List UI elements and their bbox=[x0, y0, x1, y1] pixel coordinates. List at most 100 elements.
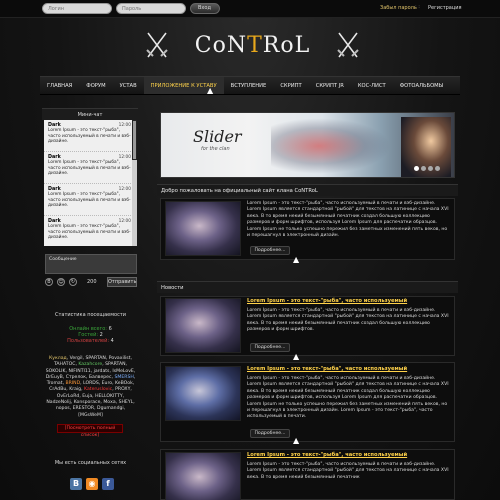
logo-text-part2: RoL bbox=[262, 33, 311, 58]
chat-time: 12:00 bbox=[118, 219, 131, 224]
online-user-link[interactable]: Dgumandgi bbox=[97, 406, 124, 411]
chat-time: 12:00 bbox=[118, 123, 131, 128]
login-button[interactable]: Вход bbox=[190, 3, 220, 14]
online-user-link[interactable]: Kazahcore bbox=[78, 362, 102, 367]
news-title-link[interactable]: Lorem Ipsum - это текст-"рыба", часто ис… bbox=[247, 452, 407, 458]
online-user-link[interactable]: NIFINTI11 bbox=[68, 369, 90, 374]
online-user-link[interactable]: Балверес bbox=[89, 375, 112, 380]
news-title-link[interactable]: Lorem Ipsum - это текст-"рыба", часто ис… bbox=[247, 298, 407, 304]
send-button[interactable]: Отправить bbox=[107, 277, 137, 287]
slider-dot[interactable] bbox=[421, 166, 426, 171]
online-user-link[interactable]: KeBOok bbox=[115, 381, 133, 386]
slider-dot[interactable] bbox=[428, 166, 433, 171]
online-user-link[interactable]: SOKOLIK bbox=[46, 369, 66, 374]
news-more-button[interactable]: Подробнее... bbox=[250, 343, 290, 352]
chat-message: Dark 12:00 Lorem Ipsum - это текст-"рыба… bbox=[44, 152, 137, 184]
stats-online-value: 6 bbox=[108, 326, 112, 332]
refresh-icon[interactable]: ↻ bbox=[69, 278, 77, 286]
online-user-link[interactable]: TAHATOC bbox=[54, 362, 75, 367]
nav-item-script[interactable]: СКРИПТ bbox=[273, 77, 308, 94]
welcome-more-button[interactable]: Подробнее... bbox=[250, 246, 290, 255]
online-user-link[interactable]: Kateruslovic bbox=[84, 387, 112, 392]
online-user-link[interactable]: Euro bbox=[102, 381, 112, 386]
chat-message: Dark 12:00 Lorem Ipsum - это текст-"рыба… bbox=[44, 120, 137, 152]
chat-scrollbar-thumb[interactable] bbox=[132, 120, 137, 160]
online-user-link[interactable]: Kraig bbox=[69, 387, 81, 392]
online-user-link[interactable]: ERESTOR bbox=[73, 406, 95, 411]
logo-text-t: T bbox=[247, 33, 263, 58]
online-user-link[interactable]: Куклад bbox=[49, 356, 67, 361]
news-text: Lorem Ipsum - это текст-"рыба", часто ис… bbox=[247, 308, 449, 333]
online-user-link[interactable]: SHEYL bbox=[119, 400, 134, 405]
top-bar: Вход Забыл пароль : : Регистрация bbox=[0, 0, 500, 18]
online-user-link[interactable]: [MGsWeM] bbox=[78, 413, 103, 418]
chat-time: 12:00 bbox=[118, 155, 131, 160]
online-user-link[interactable]: jardats bbox=[94, 369, 110, 374]
chat-scrollbar[interactable] bbox=[132, 120, 137, 246]
news-thumbnail[interactable] bbox=[165, 452, 241, 500]
online-user-link[interactable]: LORDS bbox=[83, 381, 99, 386]
nav-item-forum[interactable]: ФОРУМ bbox=[79, 77, 112, 94]
online-user-link[interactable]: Konsporace bbox=[74, 400, 101, 405]
online-user-link[interactable]: SMERSH bbox=[114, 375, 133, 380]
news-heading: Новости bbox=[157, 281, 458, 293]
online-user-link[interactable]: SPARTAN bbox=[105, 362, 125, 367]
nav-item-charter[interactable]: УСТАВ bbox=[113, 77, 144, 94]
online-user-link[interactable]: Povaxilist bbox=[109, 356, 131, 361]
nav-item-script-jr[interactable]: СКРИПТ JR bbox=[309, 77, 351, 94]
online-user-link[interactable]: Vergil bbox=[70, 356, 83, 361]
nav-item-join[interactable]: ВСТУПЛЕНИЕ bbox=[224, 77, 274, 94]
online-user-link[interactable]: HELLOKITTY bbox=[95, 394, 123, 399]
online-user-link[interactable]: Tromat bbox=[47, 381, 63, 386]
slider-subtitle: for the clan bbox=[201, 146, 230, 152]
main-nav: ГЛАВНАЯ ФОРУМ УСТАВ ПРИЛОЖЕНИЕ К УСТАВУ … bbox=[40, 76, 460, 95]
online-user-link[interactable]: IsMeLovE bbox=[112, 369, 133, 374]
online-user-link[interactable]: NadzeNolij bbox=[46, 400, 70, 405]
nav-item-home[interactable]: ГЛАВНАЯ bbox=[40, 77, 79, 94]
online-user-link[interactable]: Стрелок bbox=[66, 375, 86, 380]
news-title-link[interactable]: Lorem Ipsum - это текст-"рыба", часто ис… bbox=[247, 366, 407, 372]
online-user-link[interactable]: OvErLoRd bbox=[57, 394, 80, 399]
chat-message: Dark 12:00 Lorem Ipsum - это текст-"рыба… bbox=[44, 216, 137, 246]
online-user-link[interactable]: Моха bbox=[103, 400, 115, 405]
login-input[interactable] bbox=[42, 3, 112, 14]
top-separator: : : bbox=[415, 4, 420, 10]
mouse-cursor-icon: ▲ bbox=[293, 352, 300, 361]
register-link[interactable]: Регистрация bbox=[428, 5, 462, 11]
welcome-heading: Добро пожаловать на официальный сайт кла… bbox=[157, 184, 458, 196]
facebook-icon[interactable]: f bbox=[102, 478, 114, 490]
slider-dot[interactable] bbox=[435, 166, 440, 171]
rss-icon[interactable]: ◉ bbox=[86, 478, 98, 490]
slider-dot[interactable] bbox=[414, 166, 419, 171]
news-more-button[interactable]: Подробнее... bbox=[250, 429, 290, 438]
online-user-link[interactable]: Euja bbox=[82, 394, 92, 399]
forgot-password-link[interactable]: Забыл пароль bbox=[380, 5, 417, 11]
news-thumbnail[interactable] bbox=[165, 298, 241, 353]
crossed-swords-left-icon bbox=[146, 32, 168, 58]
online-user-link[interactable]: DrEuyB bbox=[46, 375, 63, 380]
chat-time: 12:00 bbox=[118, 187, 131, 192]
mini-chat[interactable]: Dark 12:00 Lorem Ipsum - это текст-"рыба… bbox=[44, 120, 137, 246]
chat-text: Lorem Ipsum - это текст-"рыба", часто ис… bbox=[48, 224, 131, 241]
nav-item-photo-albums[interactable]: ФОТОАЛЬБОМЫ bbox=[393, 77, 451, 94]
banner-slider[interactable]: Slider for the clan bbox=[160, 112, 455, 178]
bold-icon[interactable]: B bbox=[45, 278, 53, 286]
news-thumbnail[interactable] bbox=[165, 366, 241, 421]
online-user-link[interactable]: nopos bbox=[56, 406, 70, 411]
online-user-link[interactable]: CrAdBu bbox=[49, 387, 66, 392]
online-user-link[interactable]: PROXY bbox=[115, 387, 130, 392]
site-logo[interactable]: CoNTRoL bbox=[145, 26, 360, 66]
online-user-link[interactable]: SPARTAN bbox=[85, 356, 105, 361]
online-users-list: Куклад, Vergil, SPARTAN, Povaxilist, TAH… bbox=[45, 356, 136, 418]
vk-icon[interactable]: B bbox=[70, 478, 82, 490]
full-list-button[interactable]: [Посмотреть полный список] bbox=[57, 424, 123, 438]
nav-item-kos-list[interactable]: КОС-ЛИСТ bbox=[351, 77, 393, 94]
stats-title: Статистика посещаемости bbox=[55, 312, 126, 318]
password-input[interactable] bbox=[116, 3, 186, 14]
crossed-swords-right-icon bbox=[337, 32, 359, 58]
news-text: Lorem Ipsum - это текст-"рыба", часто ис… bbox=[247, 376, 449, 420]
online-user-link[interactable]: BRIND bbox=[65, 381, 80, 386]
mouse-cursor-icon: ▲ bbox=[293, 436, 300, 445]
smile-icon[interactable]: ☺ bbox=[57, 278, 65, 286]
chat-message-input[interactable]: Сообщение bbox=[45, 254, 137, 274]
